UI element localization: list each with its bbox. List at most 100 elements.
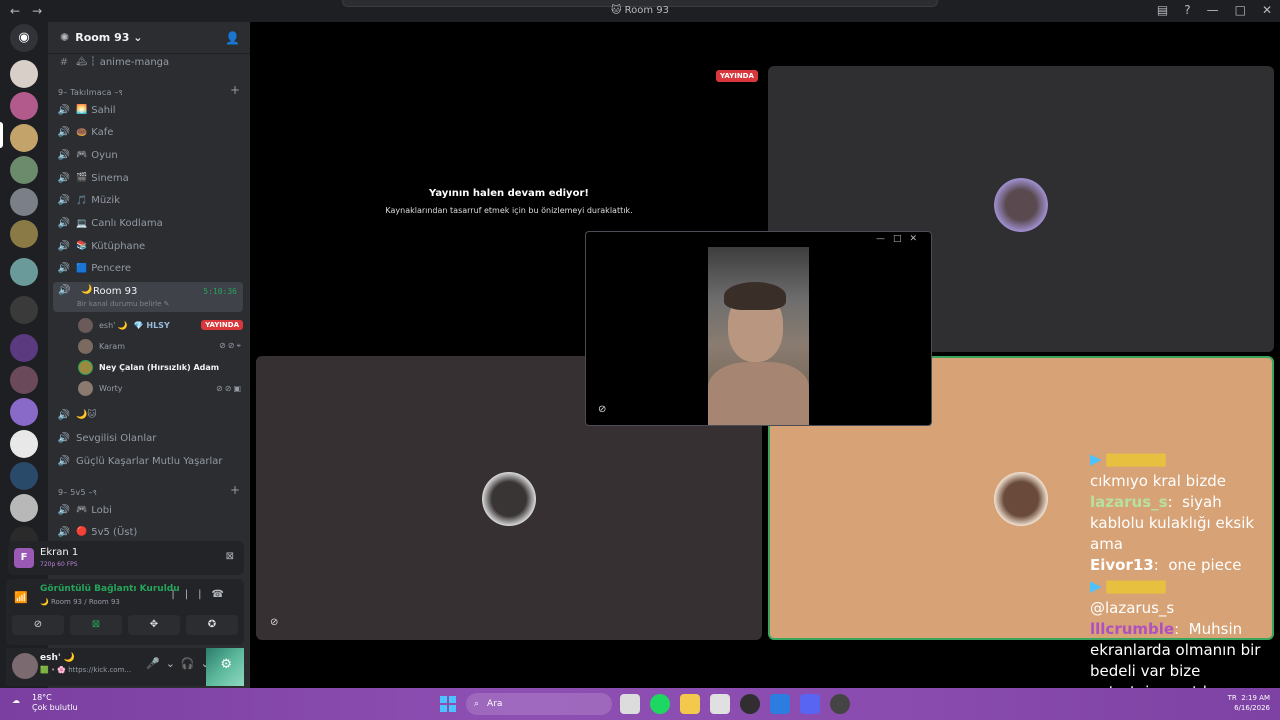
channel-name: Sahil	[91, 104, 116, 116]
server-icon[interactable]	[10, 156, 38, 184]
add-channel-icon[interactable]: +	[230, 483, 240, 497]
signal-icon: 📶	[14, 591, 28, 604]
voice-member[interactable]: esh' 🌙 💎 HLSY YAYINDA	[78, 315, 243, 335]
server-icon[interactable]	[10, 220, 38, 248]
speaker-icon: 🔊	[57, 263, 71, 275]
discord-taskbar-icon[interactable]	[800, 694, 820, 714]
speaker-icon: 🔊	[57, 504, 71, 516]
voice-channel[interactable]: 🔊 🔴 5v5 (Üst)	[56, 522, 244, 542]
voice-channel[interactable]: 🔊 💻 Canlı Kodlama	[56, 214, 244, 234]
server-icon[interactable]	[10, 92, 38, 120]
voice-member[interactable]: Karam ⊘⊘⌖	[78, 336, 243, 356]
voice-location: 🌙 Room 93 / Room 93	[40, 598, 120, 606]
chat-overlay: ▶ ███████ cıkmıyo kral bizde lazarus_s: …	[1090, 449, 1280, 703]
voice-channel[interactable]: 🔊 🍩 Kafe	[56, 123, 244, 143]
weather-widget[interactable]: ☁ 18°C Çok bulutlu	[12, 693, 78, 713]
voice-channel[interactable]: 🔊 Güçlü Kaşarlar Mutlu Yaşarlar	[56, 451, 244, 471]
maximize-icon[interactable]: □	[893, 234, 910, 244]
voice-channel[interactable]: 🔊 🎮 Lobi	[56, 500, 244, 520]
chat-message: ▶ ███████	[1090, 450, 1166, 468]
server-icon[interactable]	[10, 398, 38, 426]
chrome-icon[interactable]	[830, 694, 850, 714]
voice-channel-active[interactable]: 🔊 🌙 Room 93 5:10:36 Bir kanal durumu bel…	[53, 282, 243, 312]
server-icon[interactable]	[10, 462, 38, 490]
user-status: 🟩 • 🌸 https://kick.com...	[40, 666, 132, 674]
close-icon[interactable]: ✕	[909, 234, 925, 244]
server-icon[interactable]	[10, 188, 38, 216]
server-icon[interactable]	[10, 366, 38, 394]
chevron-down-icon[interactable]: ⌄	[166, 657, 181, 670]
username[interactable]: esh' 🌙	[40, 653, 75, 663]
speaker-icon: 🔊	[57, 195, 71, 207]
voice-channel[interactable]: 🔊 🟦 Pencere	[56, 259, 244, 279]
speaker-icon: 🔊	[57, 240, 71, 252]
channel-status[interactable]: Bir kanal durumu belirle ✎	[77, 300, 170, 308]
live-badge: YAYINDA	[201, 320, 243, 330]
camera-off-button[interactable]: ⊘	[12, 615, 64, 635]
chat-message: cıkmıyo kral bizde	[1090, 472, 1226, 490]
voice-status[interactable]: Görüntülü Bağlantı Kuruldu	[40, 584, 180, 594]
settings-gear-icon[interactable]: ⚙	[220, 657, 232, 672]
popout-video-window[interactable]: —□✕ ⊘	[585, 231, 932, 426]
taskbar-search[interactable]: ⌕ Ara	[466, 693, 612, 715]
server-icon[interactable]	[10, 430, 38, 458]
disconnect-icon[interactable]: ☎	[212, 589, 234, 600]
avatar[interactable]	[12, 653, 38, 679]
add-member-icon[interactable]: 👤	[225, 31, 240, 45]
text-channel[interactable]: # 🏔 ┆ anime-manga	[56, 52, 244, 72]
noise-suppression-icon[interactable]: |||	[171, 589, 211, 600]
screen-share-panel[interactable]: F Ekran 1 720p 60 FPS ⊠	[8, 541, 244, 575]
voice-connection-panel: 📶 Görüntülü Bağlantı Kuruldu 🌙 Room 93 /…	[6, 579, 244, 645]
minimize-icon[interactable]: —	[876, 234, 893, 244]
mail-icon[interactable]	[770, 694, 790, 714]
maximize-icon[interactable]: □	[1235, 3, 1246, 17]
voice-channel[interactable]: 🔊 🌙🐱	[56, 405, 244, 425]
server-icon[interactable]	[10, 296, 38, 324]
voice-member[interactable]: Worty ⊘⊘▣	[78, 378, 243, 398]
soundboard-button[interactable]: ✪	[186, 615, 238, 635]
user-panel: esh' 🌙 🟩 • 🌸 https://kick.com... 🎤⌄🎧⌄ ⚙	[6, 648, 244, 686]
system-tray[interactable]: TR 2:19 AM 6/16/2026	[1228, 693, 1270, 713]
speaker-icon: 🔊	[58, 285, 71, 296]
server-icon[interactable]	[10, 60, 38, 88]
discord-home-icon[interactable]: ◉	[10, 24, 38, 52]
voice-channel[interactable]: 🔊 🎬 Sinema	[56, 168, 244, 188]
server-icon[interactable]	[10, 494, 38, 522]
voice-channel[interactable]: 🔊 Sevgilisi Olanlar	[56, 428, 244, 448]
cloud-icon: ☁	[12, 696, 20, 705]
obs-icon[interactable]	[740, 694, 760, 714]
avatar	[994, 472, 1048, 526]
screen-share-button[interactable]: ⊠	[70, 615, 122, 635]
task-view-icon[interactable]	[620, 694, 640, 714]
voice-channel[interactable]: 🔊 🎵 Müzik	[56, 191, 244, 211]
chat-message: ▶ ███████	[1090, 577, 1166, 595]
voice-channel[interactable]: 🔊 🎮 Oyun	[56, 145, 244, 165]
microphone-icon[interactable]: 🎤	[146, 657, 166, 670]
screen-share-quality: 720p 60 FPS	[40, 561, 78, 568]
server-header[interactable]: ✺ Room 93 ⌄ 👤	[48, 22, 250, 54]
help-icon[interactable]: ?	[1184, 3, 1190, 17]
voice-channel[interactable]: 🔊 📚 Kütüphane	[56, 236, 244, 256]
server-icon[interactable]	[10, 258, 38, 286]
folder-icon[interactable]	[10, 334, 38, 362]
windows-start-icon[interactable]	[440, 696, 456, 712]
add-channel-icon[interactable]: +	[230, 83, 240, 97]
store-icon[interactable]	[710, 694, 730, 714]
stop-share-icon[interactable]: ⊠	[226, 551, 234, 562]
category-header[interactable]: 9– Takılmaca –९	[58, 87, 123, 98]
category-header[interactable]: 9– 5v5 –९	[58, 487, 97, 498]
close-icon[interactable]: ✕	[1262, 3, 1272, 17]
inbox-icon[interactable]: ▤	[1157, 3, 1168, 17]
minimize-icon[interactable]: —	[1207, 3, 1219, 17]
activities-button[interactable]: ✥	[128, 615, 180, 635]
call-timer: 5:10:36	[203, 287, 237, 296]
headphones-icon[interactable]: 🎧	[181, 657, 201, 670]
voice-channel[interactable]: 🔊 🌅 Sahil	[56, 100, 244, 120]
file-explorer-icon[interactable]	[680, 694, 700, 714]
screen-share-name: Ekran 1	[40, 547, 79, 558]
spotify-icon[interactable]	[650, 694, 670, 714]
server-icon[interactable]	[10, 124, 38, 152]
camera-off-icon: ⊘	[598, 404, 607, 415]
voice-member[interactable]: Ney Çalan (Hırsızlık) Adam	[78, 357, 243, 377]
channel-name: Kafe	[91, 127, 114, 139]
